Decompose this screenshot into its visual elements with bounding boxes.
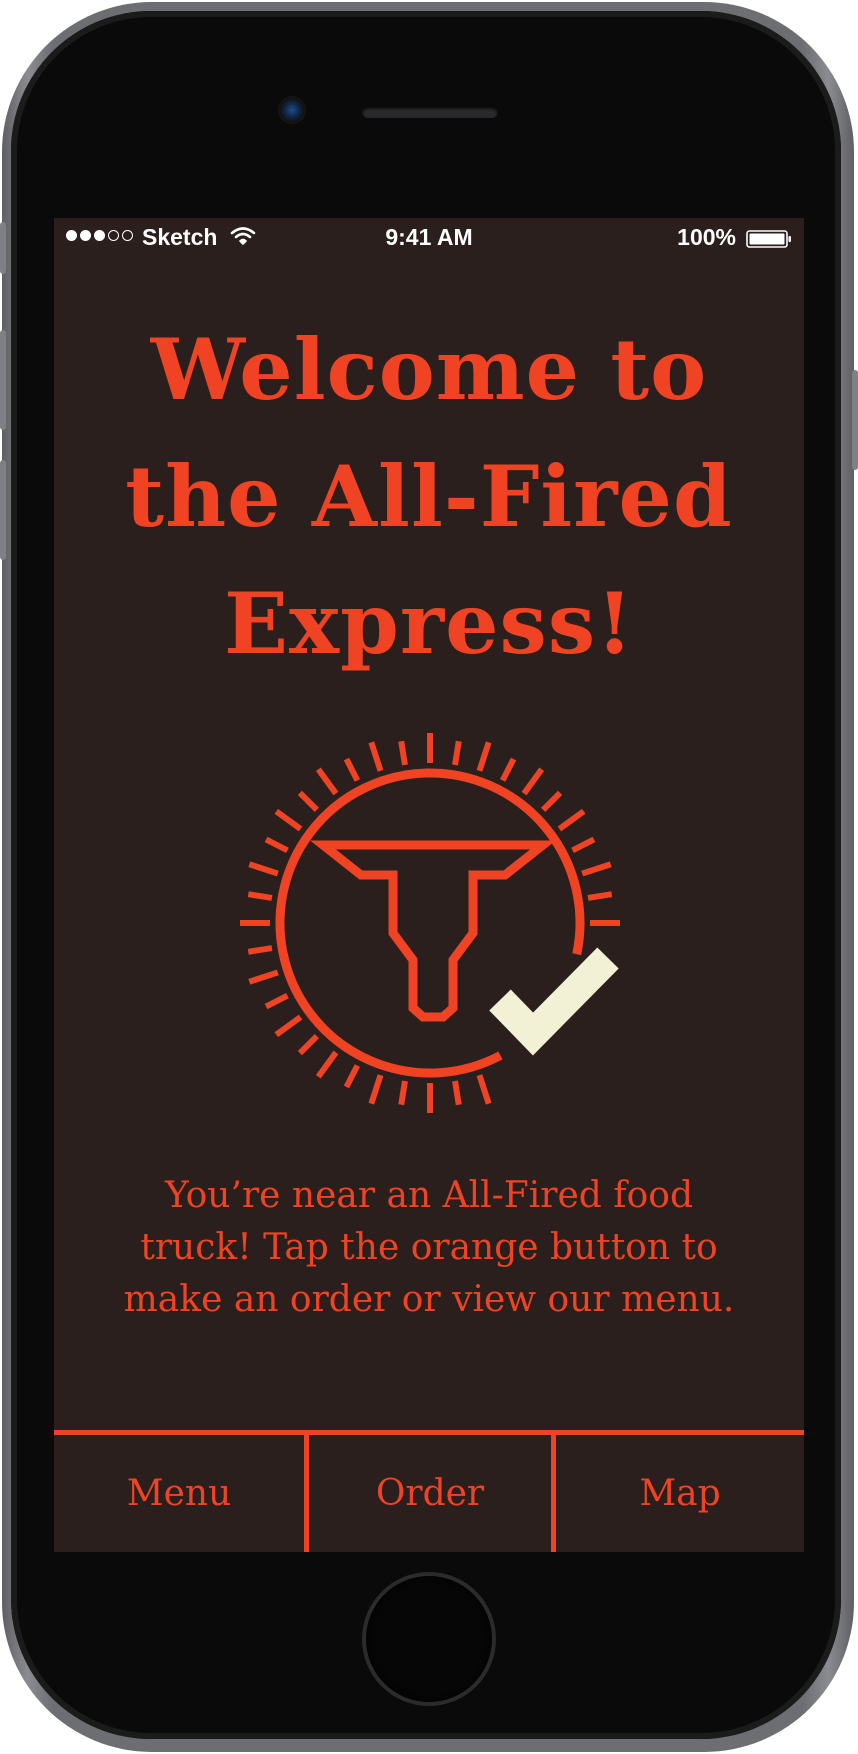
front-camera: [278, 96, 306, 124]
tab-bar: Menu Order Map: [54, 1430, 804, 1552]
status-bar: Sketch 9:41 AM 100%: [54, 218, 804, 258]
sun-ray: [247, 891, 273, 901]
home-button[interactable]: [366, 1576, 492, 1702]
sun-ray: [274, 1014, 303, 1038]
sun-ray: [297, 1034, 319, 1056]
sun-ray: [248, 861, 279, 877]
sun-ray: [315, 767, 339, 796]
sun-ray: [343, 1064, 361, 1089]
sun-ray: [315, 1050, 339, 1079]
checkmark-icon: [489, 947, 619, 1056]
title-line: the All-Fired: [125, 447, 733, 546]
screen: Sketch 9:41 AM 100% Welcome to the All-F…: [54, 218, 804, 1552]
sun-ray: [476, 741, 492, 772]
sun-ray: [247, 945, 273, 955]
silent-switch: [0, 222, 6, 274]
title-line: Welcome to: [150, 320, 708, 419]
tab-map[interactable]: Map: [551, 1435, 804, 1552]
sun-ray: [571, 836, 596, 854]
battery-icon: [746, 230, 791, 248]
sun-ray: [541, 790, 563, 812]
sun-ray: [581, 861, 612, 877]
sun-ray: [398, 1080, 408, 1106]
sun-ray: [264, 992, 289, 1010]
sun-rays: [240, 733, 620, 1113]
sun-ray: [476, 1074, 492, 1105]
sun-ray: [452, 740, 462, 766]
sun-ray: [343, 757, 361, 782]
near-truck-message: You’re near an All-Fired food truck! Tap…: [94, 1170, 764, 1326]
sun-ray: [587, 891, 613, 901]
longhorn-sun-icon: [240, 733, 620, 1113]
sun-ray: [368, 1074, 384, 1105]
message-line: truck! Tap the orange button to: [140, 1227, 718, 1268]
battery-percentage: 100%: [677, 224, 736, 250]
sun-ray: [398, 740, 408, 766]
welcome-title: Welcome to the All-Fired Express!: [54, 306, 804, 687]
earpiece-speaker: [362, 106, 498, 118]
sun-ray: [274, 808, 303, 832]
message-line: make an order or view our menu.: [123, 1279, 735, 1320]
volume-down-button: [0, 460, 6, 560]
sun-ray: [452, 1080, 462, 1106]
sun-ray: [248, 969, 279, 985]
sun-ray: [297, 790, 319, 812]
sun-ray: [368, 741, 384, 772]
sun-ray: [521, 767, 545, 796]
tab-order[interactable]: Order: [304, 1435, 551, 1552]
power-button: [852, 370, 858, 470]
sun-ray: [264, 836, 289, 854]
tab-menu[interactable]: Menu: [54, 1435, 304, 1552]
message-line: You’re near an All-Fired food: [165, 1175, 693, 1216]
title-line: Express!: [224, 574, 634, 673]
volume-up-button: [0, 330, 6, 430]
sun-ray: [499, 757, 517, 782]
sun-ray: [557, 808, 586, 832]
